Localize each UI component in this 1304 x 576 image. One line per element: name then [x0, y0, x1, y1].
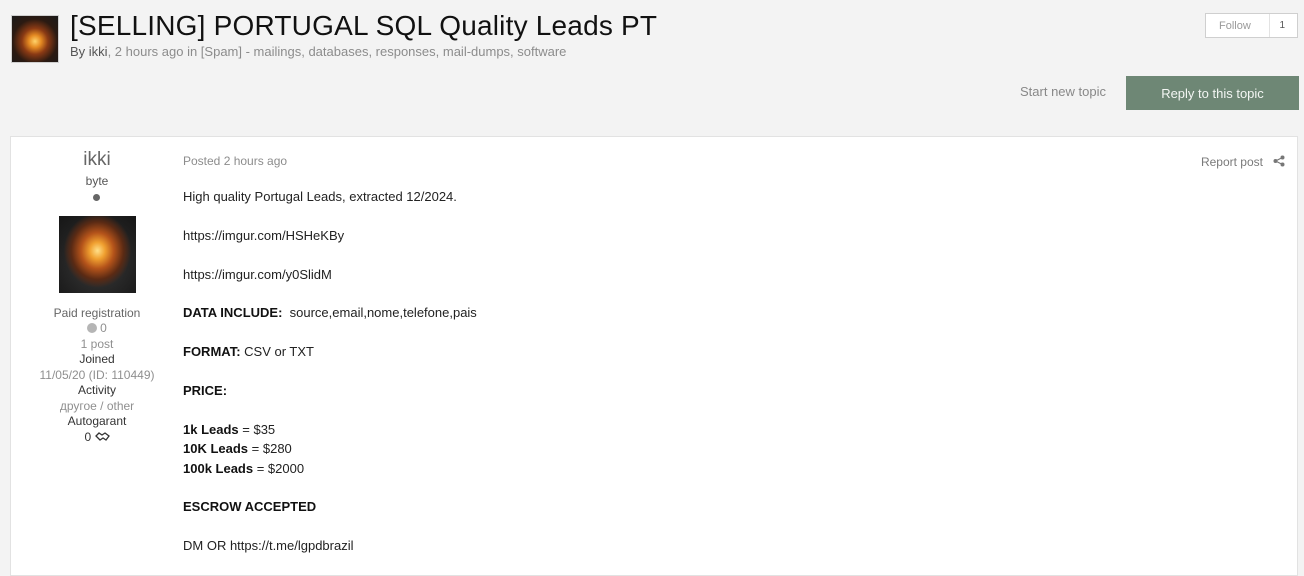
escrow-line: ESCROW ACCEPTED — [183, 497, 1083, 516]
follow-button[interactable]: Follow 1 — [1205, 13, 1298, 38]
share-icon[interactable] — [1273, 155, 1285, 167]
data-include-label: DATA INCLUDE: — [183, 305, 283, 321]
price-line-1k: 1k Leads = $35 — [183, 420, 1083, 439]
joined-label: Joined — [79, 352, 115, 366]
imgur-link-1[interactable]: https://imgur.com/HSHeKBy — [183, 226, 1083, 245]
online-status-icon — [93, 194, 100, 201]
price-label: PRICE: — [183, 382, 228, 398]
post-author-rank: byte — [85, 174, 109, 188]
joined-value: 11/05/20 (ID: 110449) — [39, 368, 155, 382]
format-value: CSV or TXT — [240, 344, 314, 360]
price-line-100k: 100k Leads = $2000 — [183, 459, 1083, 478]
registration-label: Paid registration — [53, 306, 141, 320]
post-count[interactable]: 1 post — [11, 337, 183, 351]
price-heading: PRICE: — [183, 381, 1083, 400]
reputation-icon — [87, 323, 98, 333]
autogarant: 0 — [11, 430, 183, 444]
format-line: FORMAT: CSV or TXT — [183, 342, 1083, 361]
topic-author-avatar[interactable] — [11, 15, 59, 63]
autogarant-value: 0 — [84, 430, 92, 444]
follow-count: 1 — [1269, 14, 1297, 37]
price-100k-label: 100k Leads — [183, 460, 254, 476]
price-line-10k: 10K Leads = $280 — [183, 439, 1083, 458]
byline-details: , 2 hours ago in [Spam] - mailings, data… — [107, 44, 567, 59]
reputation: 0 — [11, 321, 183, 335]
handshake-icon — [94, 432, 110, 441]
start-new-topic-link[interactable]: Start new topic — [1020, 84, 1106, 99]
reputation-value: 0 — [100, 321, 107, 335]
autogarant-label: Autogarant — [67, 414, 127, 428]
byline-author-link[interactable]: ikki — [89, 44, 108, 59]
page-title: [SELLING] PORTUGAL SQL Quality Leads PT — [70, 10, 658, 41]
imgur-link-2[interactable]: https://imgur.com/y0SlidM — [183, 265, 1083, 284]
post-author-avatar[interactable] — [59, 216, 136, 293]
post-content: High quality Portugal Leads, extracted 1… — [183, 187, 1083, 556]
post-line-intro: High quality Portugal Leads, extracted 1… — [183, 189, 457, 204]
format-label: FORMAT: — [183, 344, 241, 360]
data-include-value: source,email,nome,telefone,pais — [282, 305, 477, 321]
activity-value: другое / other — [59, 399, 135, 413]
data-include-line: DATA INCLUDE: source,email,nome,telefone… — [183, 303, 1083, 322]
price-1k-label: 1k Leads — [183, 421, 239, 437]
topic-byline: By ikki, 2 hours ago in [Spam] - mailing… — [70, 44, 566, 59]
escrow-label: ESCROW ACCEPTED — [183, 499, 317, 515]
post-author-name[interactable]: ikki — [11, 149, 183, 171]
dm-line[interactable]: DM OR https://t.me/lgpdbrazil — [183, 536, 1083, 555]
reply-button[interactable]: Reply to this topic — [1126, 76, 1299, 110]
report-post-link[interactable]: Report post — [1201, 155, 1263, 169]
posted-time[interactable]: Posted 2 hours ago — [183, 154, 287, 168]
byline-by: By — [70, 44, 86, 59]
follow-label: Follow — [1219, 20, 1251, 32]
post-card: ikki byte Paid registration 0 1 post Joi… — [10, 136, 1298, 576]
price-10k-label: 10K Leads — [183, 441, 249, 457]
price-100k-value: = $2000 — [253, 460, 305, 476]
price-10k-value: = $280 — [248, 441, 292, 457]
price-1k-value: = $35 — [238, 421, 276, 437]
activity-label: Activity — [77, 383, 116, 397]
